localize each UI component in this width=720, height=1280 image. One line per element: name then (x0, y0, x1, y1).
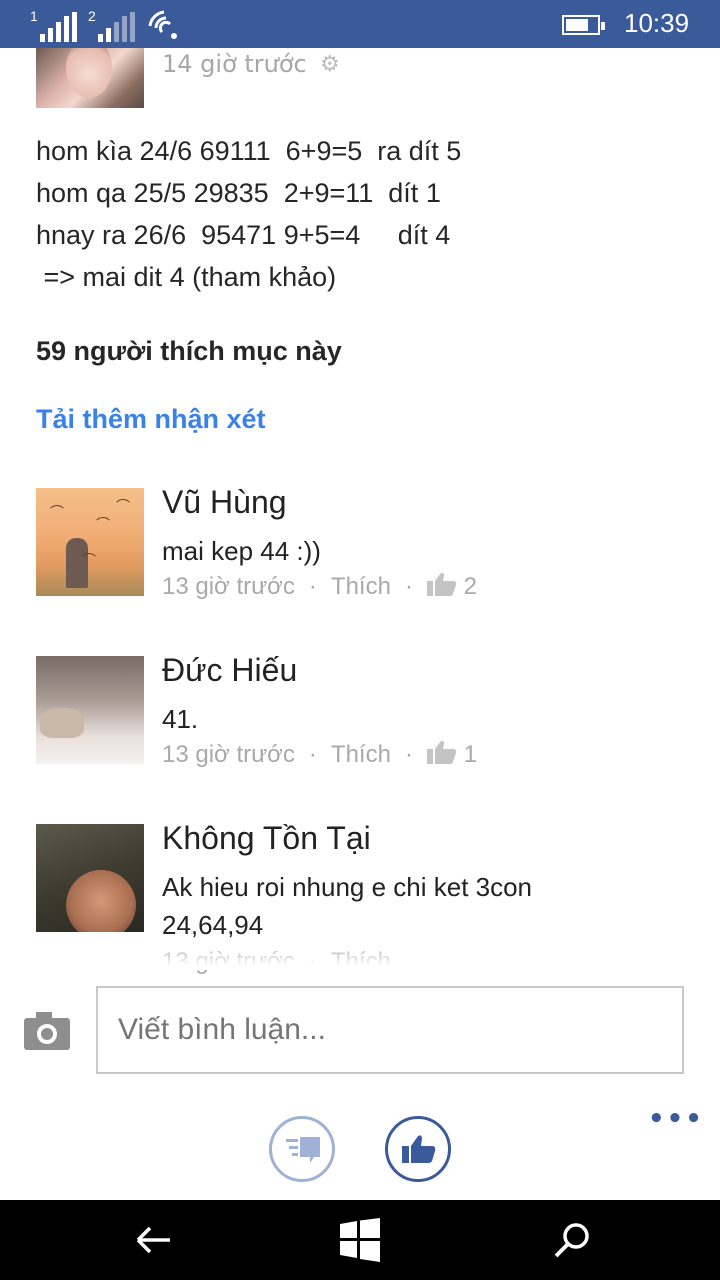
comment-text: mai kep 44 :)) (162, 536, 321, 566)
commenter-name[interactable]: Vũ Hùng (162, 484, 287, 521)
thumbs-up-icon (402, 1135, 436, 1163)
commenter-name[interactable]: Không Tồn Tại (162, 820, 371, 857)
comment-like-count: 2 (463, 573, 477, 600)
navigation-bar (0, 1200, 720, 1280)
commenter-avatar[interactable]: ⌒ ⌒ ⌒ ⌒ (36, 488, 144, 596)
sim2-label: 2 (88, 8, 96, 24)
thumbs-up-icon (426, 572, 457, 596)
back-arrow-icon[interactable] (132, 1218, 176, 1262)
commenter-avatar[interactable] (36, 824, 144, 932)
load-more-comments-link[interactable]: Tải thêm nhận xét (36, 404, 266, 435)
sim1-label: 1 (30, 8, 38, 24)
clock: 10:39 (624, 8, 690, 38)
post-likes-count[interactable]: 59 người thích mục này (36, 336, 342, 367)
more-options-button[interactable]: ••• (648, 1104, 704, 1134)
commenter-name[interactable]: Đức Hiếu (162, 652, 297, 689)
like-button[interactable] (385, 1116, 451, 1182)
comment-like-button[interactable]: Thích (331, 741, 391, 768)
comments-icon (286, 1137, 320, 1163)
post-author-avatar[interactable] (36, 48, 144, 108)
search-icon[interactable] (550, 1218, 594, 1262)
gear-icon: ⚙ (320, 52, 340, 77)
camera-icon[interactable] (22, 1010, 72, 1052)
comment-text: 41. (162, 704, 199, 734)
scroll-fade (0, 944, 720, 970)
comment-like-count: 1 (463, 741, 477, 768)
comment-timestamp: 13 giờ trước (162, 573, 295, 600)
signal-bars-icon (40, 12, 77, 42)
comment-input[interactable] (96, 986, 684, 1074)
wifi-icon (148, 10, 177, 39)
thumbs-up-icon (426, 740, 457, 764)
post-timestamp: 14 giờ trước (162, 50, 307, 78)
commenter-avatar[interactable] (36, 656, 144, 764)
battery-icon (562, 15, 605, 35)
signal-bars-icon (98, 12, 135, 42)
comment-text: Ak hieu roi nhung e chi ket 3con 24,64,9… (162, 872, 533, 940)
post-body: hom kìa 24/6 69111 6+9=5 ra dít 5 hom qa… (36, 136, 462, 292)
comment-like-button[interactable]: Thích (331, 573, 391, 600)
comment-meta: 13 giờ trước · Thích · 2 (162, 572, 477, 600)
status-bar: 1 2 10:39 (0, 0, 720, 48)
comments-button[interactable] (269, 1116, 335, 1182)
comment-meta: 13 giờ trước · Thích · 1 (162, 740, 477, 768)
comment-timestamp: 13 giờ trước (162, 741, 295, 768)
windows-logo-icon[interactable] (338, 1218, 382, 1262)
